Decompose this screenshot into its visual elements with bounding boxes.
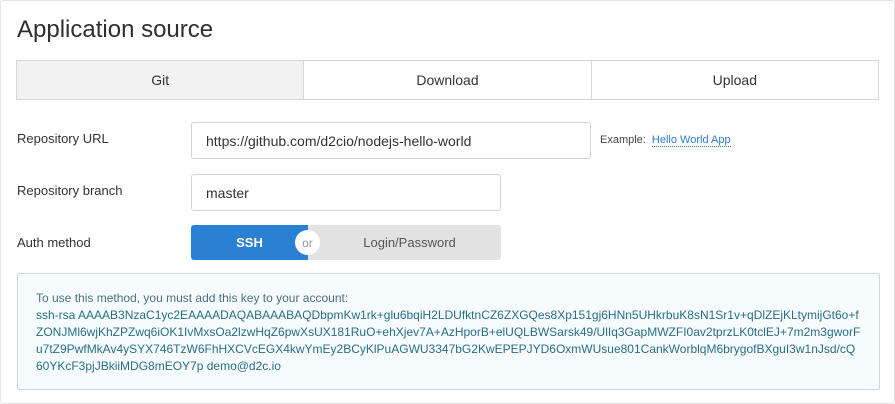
source-tabs: Git Download Upload xyxy=(16,60,879,100)
hello-world-app-link[interactable]: Hello World App xyxy=(651,134,731,147)
ssh-key-box: To use this method, you must add this ke… xyxy=(17,273,880,390)
tab-git[interactable]: Git xyxy=(17,61,304,99)
repository-url-input[interactable]: https://github.com/d2cio/nodejs-hello-wo… xyxy=(191,122,591,159)
tab-upload[interactable]: Upload xyxy=(590,61,878,99)
repository-url-label: Repository URL xyxy=(17,131,109,146)
page-title: Application source xyxy=(17,16,214,43)
example-prefix: Example: xyxy=(600,134,646,146)
login-password-option-button[interactable]: Login/Password xyxy=(308,225,501,260)
auth-method-toggle: SSH Login/Password or xyxy=(191,225,501,260)
tab-download[interactable]: Download xyxy=(303,61,591,99)
application-source-panel: Application source Git Download Upload R… xyxy=(0,0,895,404)
repository-branch-label: Repository branch xyxy=(17,183,123,198)
auth-method-label: Auth method xyxy=(17,235,91,250)
ssh-option-button[interactable]: SSH xyxy=(191,225,308,260)
repository-branch-input[interactable]: master xyxy=(191,174,501,211)
or-separator: or xyxy=(295,230,320,255)
ssh-key-intro: To use this method, you must add this ke… xyxy=(36,291,349,305)
example-hint: Example: Hello World App xyxy=(600,134,731,147)
ssh-public-key: ssh-rsa AAAAB3NzaC1yc2EAAAADAQABAAABAQDb… xyxy=(36,308,861,373)
